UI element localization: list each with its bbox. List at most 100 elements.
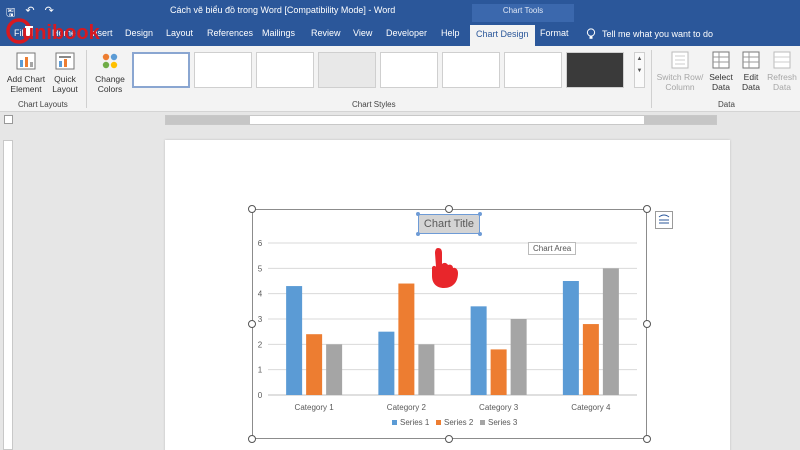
resize-handle[interactable] xyxy=(248,320,256,328)
resize-handle[interactable] xyxy=(248,205,256,213)
vertical-ruler[interactable] xyxy=(3,140,13,450)
legend-label: Series 2 xyxy=(444,418,474,427)
tab-chart-design[interactable]: Chart Design xyxy=(470,25,535,46)
layout-options-button[interactable] xyxy=(655,211,673,229)
tab-design[interactable]: Design xyxy=(125,28,153,38)
horizontal-ruler[interactable] xyxy=(165,115,717,125)
chart-style-4[interactable] xyxy=(318,52,376,88)
bar xyxy=(326,344,343,395)
legend-label: Series 3 xyxy=(488,418,518,427)
title-handle[interactable] xyxy=(416,232,420,236)
tab-mailings[interactable]: Mailings xyxy=(262,28,295,38)
tab-developer[interactable]: Developer xyxy=(386,28,427,38)
legend-swatch xyxy=(436,420,441,425)
ribbon-separator xyxy=(651,50,652,108)
group-label-chart-styles: Chart Styles xyxy=(352,100,396,109)
title-handle[interactable] xyxy=(478,232,482,236)
legend-swatch xyxy=(392,420,397,425)
y-tick-label: 2 xyxy=(258,340,263,349)
edit-data-button[interactable]: Edit Data xyxy=(737,50,765,92)
add-chart-element-button[interactable]: Add Chart Element xyxy=(4,50,48,94)
quick-layout-icon xyxy=(55,52,75,70)
title-handle[interactable] xyxy=(478,212,482,216)
tab-format[interactable]: Format xyxy=(540,28,569,38)
select-data-icon xyxy=(712,51,730,69)
ribbon: Add Chart Element Quick Layout Chart Lay… xyxy=(0,46,800,112)
resize-handle[interactable] xyxy=(445,205,453,213)
select-data-button[interactable]: Select Data xyxy=(706,50,736,92)
ruler-left-margin xyxy=(166,116,250,124)
legend-swatch xyxy=(480,420,485,425)
bar xyxy=(470,306,487,395)
resize-handle[interactable] xyxy=(248,435,256,443)
logo-text: unibook xyxy=(22,22,101,44)
refresh-data-icon xyxy=(773,51,791,69)
bar xyxy=(510,319,527,395)
tab-help[interactable]: Help xyxy=(441,28,460,38)
lightbulb-icon xyxy=(586,28,596,39)
change-colors-button[interactable]: Change Colors xyxy=(92,50,128,94)
title-bar: 🖫 ↶ ↷ Cách vẽ biểu đồ trong Word [Compat… xyxy=(0,0,800,22)
unibook-logo: unibook xyxy=(6,18,101,44)
quick-layout-label: Quick Layout xyxy=(52,74,78,94)
x-tick-label: Category 4 xyxy=(571,403,611,412)
y-tick-label: 1 xyxy=(258,366,263,375)
tab-review[interactable]: Review xyxy=(311,28,341,38)
chart-styles-gallery xyxy=(128,52,633,88)
title-handle[interactable] xyxy=(416,212,420,216)
switch-row-column-button[interactable]: Switch Row/ Column xyxy=(655,50,705,92)
chart-style-5[interactable] xyxy=(380,52,438,88)
tell-me-text: Tell me what you want to do xyxy=(602,29,714,39)
x-tick-label: Category 2 xyxy=(387,403,427,412)
chart-area-tooltip: Chart Area xyxy=(528,242,577,255)
y-tick-label: 4 xyxy=(258,290,263,299)
bar xyxy=(562,281,579,395)
refresh-data-button[interactable]: Refresh Data xyxy=(766,50,798,92)
chart-title-box[interactable]: Chart Title xyxy=(418,214,480,234)
ruler-right-margin xyxy=(644,116,716,124)
chart-style-7[interactable] xyxy=(504,52,562,88)
tab-layout[interactable]: Layout xyxy=(166,28,193,38)
chart-plot[interactable]: 0 1 2 3 4 5 6 Category 1 Category 2 Category 3 Cat… xyxy=(252,209,647,439)
resize-handle[interactable] xyxy=(643,205,651,213)
tab-references[interactable]: References xyxy=(207,28,253,38)
chart-title[interactable]: Chart Title xyxy=(419,215,479,233)
edit-data-icon xyxy=(742,51,760,69)
chart-style-3[interactable] xyxy=(256,52,314,88)
add-chart-element-label: Add Chart Element xyxy=(6,74,46,94)
x-tick-label: Category 1 xyxy=(295,403,335,412)
select-data-label: Select Data xyxy=(709,72,733,92)
y-tick-label: 6 xyxy=(258,239,263,248)
change-colors-label: Change Colors xyxy=(95,74,125,94)
ribbon-separator xyxy=(86,50,87,108)
bar xyxy=(306,334,323,395)
x-tick-label: Category 3 xyxy=(479,403,519,412)
layout-options-icon xyxy=(658,214,670,224)
chart-tools-label: Chart Tools xyxy=(472,4,574,22)
chart-style-6[interactable] xyxy=(442,52,500,88)
resize-handle[interactable] xyxy=(445,435,453,443)
quick-layout-button[interactable]: Quick Layout xyxy=(50,50,80,94)
y-tick-label: 0 xyxy=(258,391,263,400)
resize-handle[interactable] xyxy=(643,435,651,443)
gallery-scroll[interactable]: ▲ ▼ xyxy=(634,52,645,88)
legend-label: Series 1 xyxy=(400,418,430,427)
document-title: Cách vẽ biểu đồ trong Word [Compatibilit… xyxy=(170,5,396,15)
tab-selector[interactable] xyxy=(4,115,13,124)
bar xyxy=(398,283,415,395)
chart-style-8[interactable] xyxy=(566,52,624,88)
pointing-hand-icon xyxy=(432,248,458,288)
tell-me-box[interactable]: Tell me what you want to do xyxy=(586,28,713,40)
refresh-data-label: Refresh Data xyxy=(767,72,797,92)
tab-view[interactable]: View xyxy=(353,28,372,38)
switch-row-column-icon xyxy=(671,51,689,69)
bar xyxy=(418,344,435,395)
bar xyxy=(378,331,395,395)
bar xyxy=(286,286,303,395)
edit-data-label: Edit Data xyxy=(742,72,760,92)
switch-row-column-label: Switch Row/ Column xyxy=(656,72,704,92)
chart-style-1[interactable] xyxy=(132,52,190,88)
chart-style-2[interactable] xyxy=(194,52,252,88)
resize-handle[interactable] xyxy=(643,320,651,328)
ruler-bar xyxy=(0,112,800,128)
